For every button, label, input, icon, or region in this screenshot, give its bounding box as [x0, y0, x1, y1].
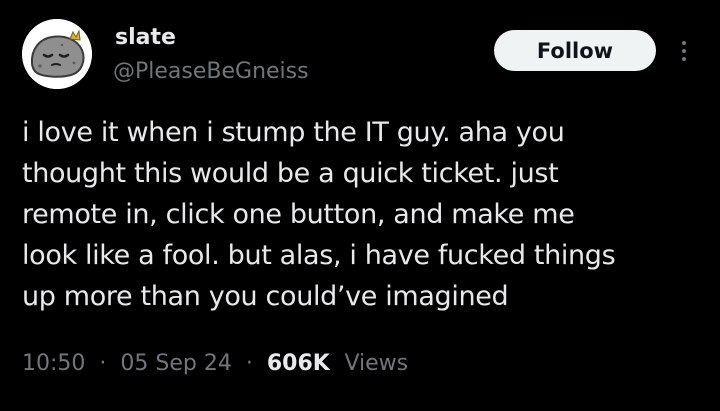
- follow-button[interactable]: Follow: [494, 30, 656, 71]
- post-text-line: thought this would be a quick ticket. ju…: [22, 158, 559, 189]
- views-count: 606K: [266, 351, 338, 376]
- post-text-line: i love it when i stump the IT guy. aha y…: [22, 117, 565, 148]
- post-meta: 10:50 · 05 Sep 24 · 606K Views: [22, 349, 408, 379]
- more-dot: [682, 57, 686, 61]
- author-handle[interactable]: @PleaseBeGneiss: [113, 57, 309, 87]
- rock-avatar-icon: [22, 19, 92, 89]
- post-text-line: look like a fool. but alas, i have fucke…: [22, 240, 616, 271]
- meta-separator: ·: [238, 351, 260, 376]
- post-card: slate @PleaseBeGneiss Follow i love it w…: [0, 0, 720, 411]
- views-label: Views: [344, 351, 409, 376]
- avatar[interactable]: [22, 19, 92, 89]
- post-time[interactable]: 10:50: [22, 351, 85, 376]
- more-dot: [682, 49, 686, 53]
- post-text: i love it when i stump the IT guy. aha y…: [22, 112, 702, 317]
- post-date[interactable]: 05 Sep 24: [120, 351, 231, 376]
- more-vertical-icon[interactable]: [672, 36, 696, 66]
- post-text-line: up more than you could’ve imagined: [22, 281, 509, 312]
- more-dot: [682, 41, 686, 45]
- author-display-name[interactable]: slate: [115, 23, 176, 53]
- meta-separator: ·: [92, 351, 114, 376]
- post-text-line: remote in, click one button, and make me: [22, 199, 575, 230]
